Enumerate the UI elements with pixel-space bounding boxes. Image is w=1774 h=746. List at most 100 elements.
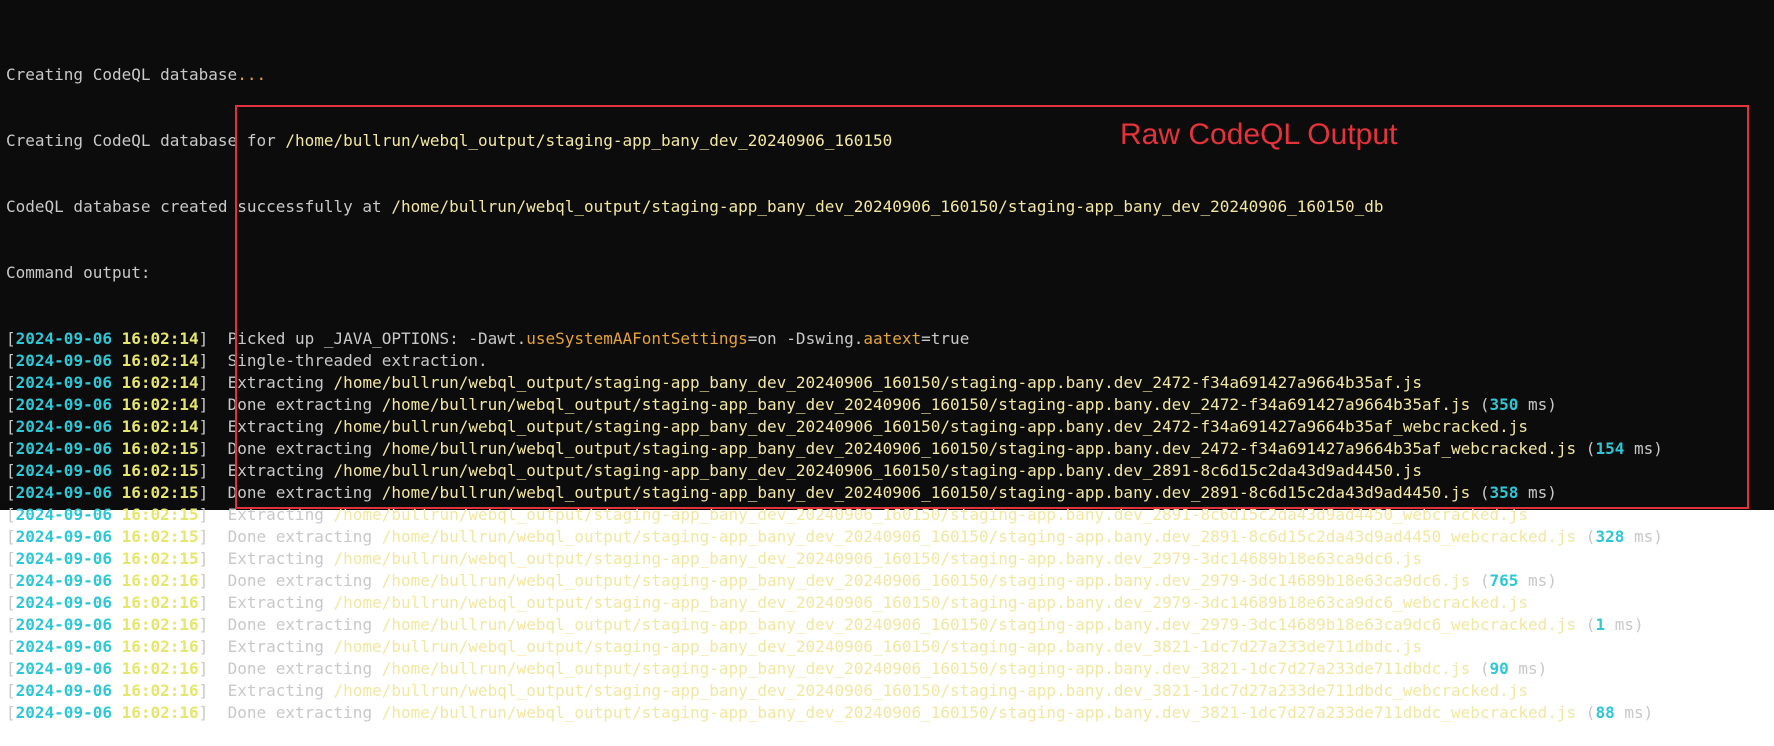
log-path: /home/bullrun/webql_output/staging-app_b… (333, 461, 1423, 480)
log-row: [2024-09-06 16:02:15] Extracting /home/b… (6, 461, 1423, 480)
log-path: /home/bullrun/webql_output/staging-app_b… (333, 417, 1529, 436)
java-option-key: useSystemAAFontSettings (526, 329, 748, 348)
log-duration-unit: ms (1624, 703, 1644, 722)
log-message: Single-threaded extraction. (227, 351, 488, 370)
log-path: /home/bullrun/webql_output/staging-app_b… (333, 505, 1529, 524)
log-duration-unit: ms (1528, 571, 1548, 590)
log-row: [2024-09-06 16:02:16] Extracting /home/b… (6, 593, 1529, 612)
log-duration: 765 (1489, 571, 1519, 590)
log-path: /home/bullrun/webql_output/staging-app_b… (381, 615, 1577, 634)
creating-for-path: /home/bullrun/webql_output/staging-app_b… (285, 131, 893, 150)
log-row: [2024-09-06 16:02:16] Done extracting /h… (6, 615, 1644, 634)
log-date: 2024-09-06 (15, 659, 112, 678)
log-date: 2024-09-06 (15, 505, 112, 524)
log-time: 16:02:15 (121, 527, 199, 546)
log-path: /home/bullrun/webql_output/staging-app_b… (381, 659, 1471, 678)
log-row: [2024-09-06 16:02:14] Picked up _JAVA_OP… (6, 329, 970, 348)
log-time: 16:02:14 (121, 329, 199, 348)
creating-text: Creating CodeQL database (6, 65, 238, 84)
log-time: 16:02:15 (121, 549, 199, 568)
log-path: /home/bullrun/webql_output/staging-app_b… (333, 681, 1529, 700)
log-verb: Done extracting (227, 527, 382, 546)
log-date: 2024-09-06 (15, 637, 112, 656)
log-verb: Extracting (227, 505, 334, 524)
log-date: 2024-09-06 (15, 395, 112, 414)
log-row: [2024-09-06 16:02:16] Extracting /home/b… (6, 681, 1529, 700)
log-time: 16:02:16 (121, 703, 199, 722)
log-time: 16:02:14 (121, 351, 199, 370)
log-duration: 328 (1595, 527, 1625, 546)
log-duration-unit: ms (1633, 527, 1654, 546)
log-path: /home/bullrun/webql_output/staging-app_b… (381, 571, 1471, 590)
log-verb: Done extracting (227, 571, 382, 590)
log-date: 2024-09-06 (15, 549, 112, 568)
log-verb: Done extracting (227, 659, 382, 678)
creating-db-line: Creating CodeQL database... (6, 64, 1774, 86)
log-date: 2024-09-06 (15, 703, 112, 722)
annotation-label: Raw CodeQL Output (1120, 118, 1398, 151)
log-duration: 90 (1489, 659, 1509, 678)
java-options-mid: =on -Dswing. (747, 329, 864, 348)
log-row: [2024-09-06 16:02:14] Extracting /home/b… (6, 417, 1529, 436)
log-duration-unit: ms (1528, 395, 1548, 414)
log-date: 2024-09-06 (15, 351, 112, 370)
created-line: CodeQL database created successfully at … (6, 196, 1774, 218)
log-date: 2024-09-06 (15, 461, 112, 480)
log-path: /home/bullrun/webql_output/staging-app_b… (333, 593, 1529, 612)
log-path: /home/bullrun/webql_output/staging-app_b… (333, 373, 1423, 392)
log-time: 16:02:16 (121, 637, 199, 656)
log-verb: Extracting (227, 549, 334, 568)
log-row: [2024-09-06 16:02:14] Extracting /home/b… (6, 373, 1423, 392)
creating-for-line: Creating CodeQL database for /home/bullr… (6, 130, 1774, 152)
log-time: 16:02:15 (121, 461, 199, 480)
log-verb: Extracting (227, 417, 334, 436)
log-duration-unit: ms (1633, 439, 1654, 458)
log-output: [2024-09-06 16:02:14] Picked up _JAVA_OP… (6, 328, 1774, 724)
command-output-label: Command output: (6, 263, 151, 282)
terminal-window[interactable]: Creating CodeQL database... Creating Cod… (0, 0, 1774, 722)
log-time: 16:02:16 (121, 615, 199, 634)
log-row: [2024-09-06 16:02:16] Done extracting /h… (6, 659, 1548, 678)
log-date: 2024-09-06 (15, 571, 112, 590)
log-row: [2024-09-06 16:02:15] Done extracting /h… (6, 439, 1663, 458)
log-duration-unit: ms (1614, 615, 1634, 634)
log-verb: Extracting (227, 461, 334, 480)
log-date: 2024-09-06 (15, 329, 112, 348)
log-time: 16:02:14 (121, 417, 199, 436)
log-path: /home/bullrun/webql_output/staging-app_b… (381, 527, 1577, 546)
log-duration: 1 (1595, 615, 1606, 634)
log-date: 2024-09-06 (15, 681, 112, 700)
log-row: [2024-09-06 16:02:15] Done extracting /h… (6, 483, 1557, 502)
log-path: /home/bullrun/webql_output/staging-app_b… (381, 439, 1577, 458)
log-date: 2024-09-06 (15, 527, 112, 546)
java-options-suffix: =true (921, 329, 970, 348)
log-path: /home/bullrun/webql_output/staging-app_b… (381, 395, 1471, 414)
log-duration: 358 (1489, 483, 1519, 502)
log-time: 16:02:16 (121, 571, 199, 590)
created-text: CodeQL database created successfully at (6, 197, 392, 216)
log-verb: Done extracting (227, 615, 382, 634)
log-date: 2024-09-06 (15, 483, 112, 502)
log-date: 2024-09-06 (15, 373, 112, 392)
log-row: [2024-09-06 16:02:15] Done extracting /h… (6, 527, 1663, 546)
log-time: 16:02:16 (121, 659, 199, 678)
java-options-prefix: Picked up _JAVA_OPTIONS: -Dawt. (227, 329, 527, 348)
log-date: 2024-09-06 (15, 615, 112, 634)
log-path: /home/bullrun/webql_output/staging-app_b… (381, 703, 1577, 722)
log-verb: Done extracting (227, 483, 382, 502)
log-date: 2024-09-06 (15, 417, 112, 436)
log-time: 16:02:14 (121, 395, 199, 414)
log-time: 16:02:16 (121, 593, 199, 612)
log-duration-unit: ms (1528, 483, 1548, 502)
log-verb: Done extracting (227, 703, 382, 722)
log-duration: 350 (1489, 395, 1519, 414)
log-row: [2024-09-06 16:02:14] Single-threaded ex… (6, 351, 488, 370)
log-row: [2024-09-06 16:02:16] Done extracting /h… (6, 703, 1654, 722)
log-row: [2024-09-06 16:02:15] Extracting /home/b… (6, 505, 1529, 524)
log-verb: Extracting (227, 593, 334, 612)
log-duration-unit: ms (1518, 659, 1538, 678)
creating-for-text: Creating CodeQL database for (6, 131, 286, 150)
creating-dots: ... (237, 65, 267, 84)
log-time: 16:02:14 (121, 373, 199, 392)
created-path: /home/bullrun/webql_output/staging-app_b… (391, 197, 1384, 216)
